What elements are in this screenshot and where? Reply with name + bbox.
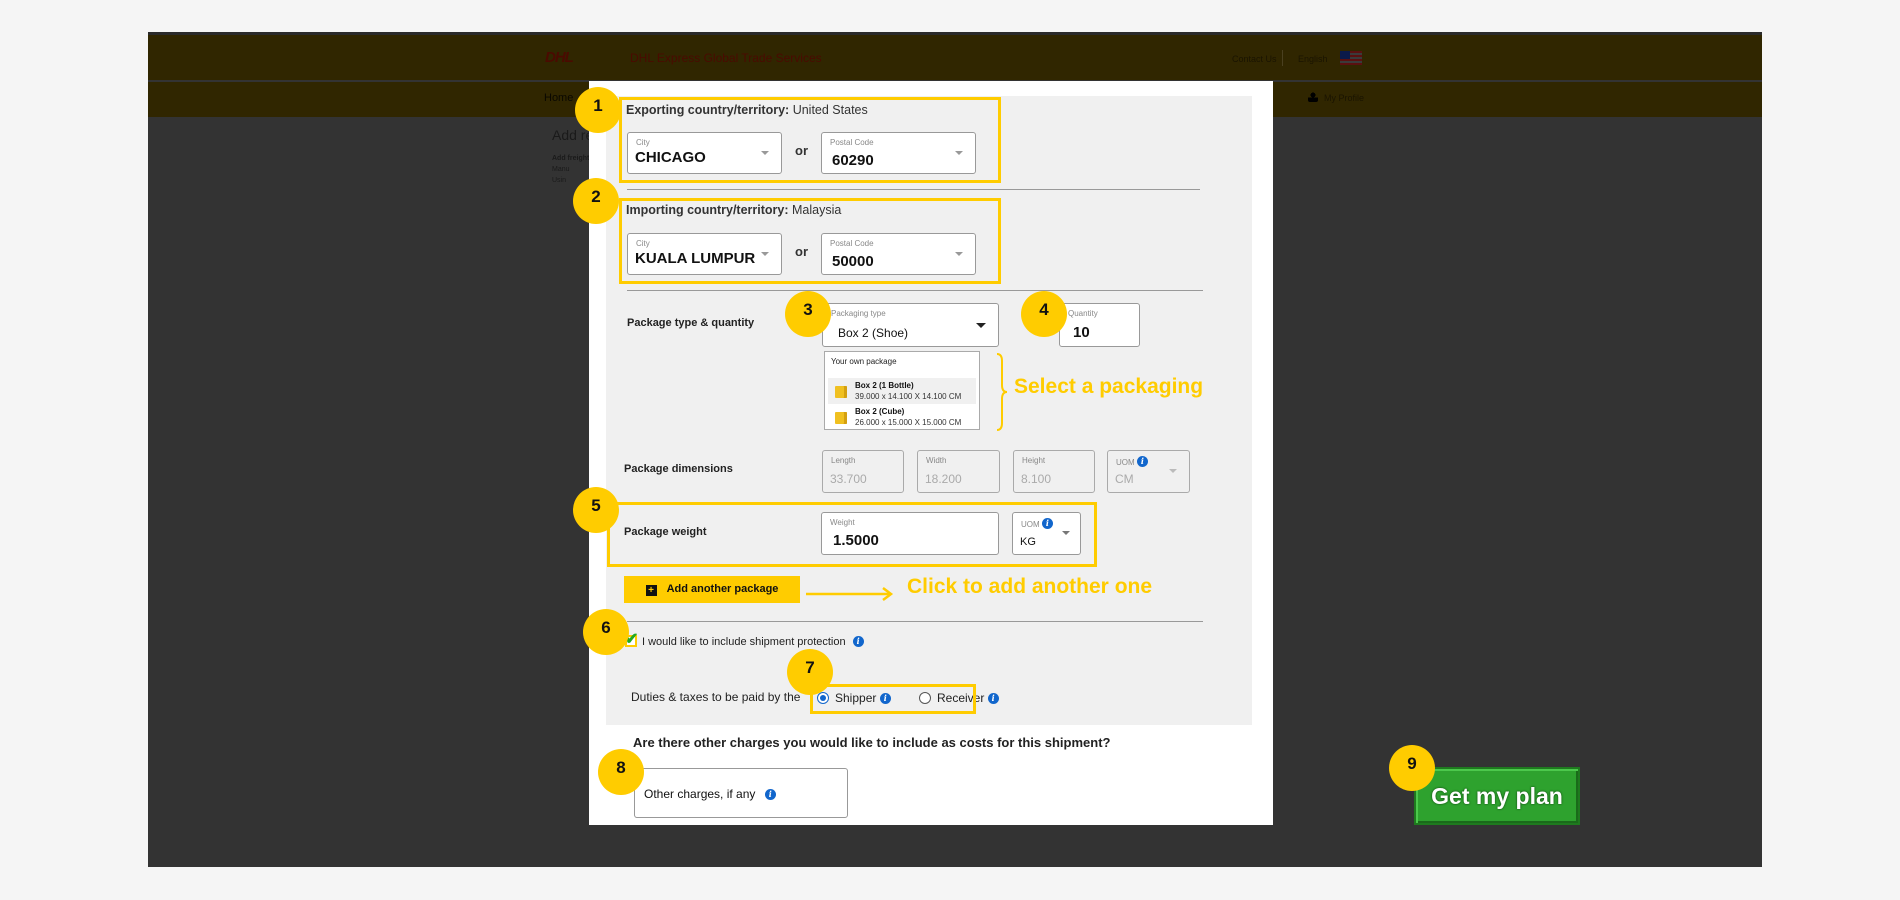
step-badge-2: 2 xyxy=(573,178,619,224)
packaging-dropdown-list: Your own package Box 2 (1 Bottle) 39.000… xyxy=(824,351,980,430)
add-another-annotation: Click to add another one xyxy=(907,575,1153,598)
quantity-input[interactable]: Quantity 10 xyxy=(1059,303,1140,347)
protection-text: I would like to include shipment protect… xyxy=(642,636,846,648)
field-label: UOM i xyxy=(1116,456,1148,467)
button-label: Add another package xyxy=(666,583,779,595)
info-icon[interactable]: i xyxy=(764,789,776,800)
option-name: Box 2 (1 Bottle) xyxy=(855,381,914,390)
chevron-down-icon xyxy=(1169,469,1177,473)
field-text: Other charges, if any xyxy=(644,787,756,801)
step-badge-9: 9 xyxy=(1389,745,1435,791)
select-packaging-annotation: Select a packaging xyxy=(1014,375,1204,398)
field-label: Width xyxy=(926,456,947,465)
duties-label: Duties & taxes to be paid by the xyxy=(631,690,801,704)
option-dimensions: 39.000 x 14.100 X 14.100 CM xyxy=(855,392,962,401)
divider xyxy=(627,290,1203,291)
info-icon[interactable]: i xyxy=(987,693,999,704)
dimension-uom-select[interactable]: UOM i CM xyxy=(1107,450,1190,493)
divider xyxy=(627,621,1203,622)
chevron-down-icon xyxy=(976,323,986,328)
field-label: Packaging type xyxy=(831,309,886,318)
dropdown-option[interactable]: Your own package xyxy=(831,357,897,366)
package-type-quantity-label: Package type & quantity xyxy=(627,317,755,329)
package-dimensions-label: Package dimensions xyxy=(624,463,733,475)
add-another-package-button[interactable]: + Add another package xyxy=(624,576,800,603)
field-value: 33.700 xyxy=(830,472,867,486)
divider xyxy=(627,189,1200,190)
malaysia-flag-icon[interactable] xyxy=(1340,51,1362,65)
get-my-plan-button[interactable]: Get my plan xyxy=(1414,767,1580,825)
info-icon[interactable]: i xyxy=(1136,456,1148,467)
field-value: 8.100 xyxy=(1021,472,1052,486)
background-option: Manu xyxy=(552,166,570,173)
field-label: Height xyxy=(1022,456,1046,465)
length-input[interactable]: Length 33.700 xyxy=(822,450,904,493)
field-value: CM xyxy=(1115,472,1134,486)
language-selector[interactable]: English xyxy=(1298,54,1328,64)
other-charges-question: Are there other charges you would like t… xyxy=(633,735,1111,750)
my-profile-label: My Profile xyxy=(1324,93,1365,103)
packaging-type-select[interactable]: Packaging type Box 2 (Shoe) xyxy=(822,303,999,347)
box-icon xyxy=(835,386,847,398)
field-label: Length xyxy=(831,456,856,465)
shipment-form-modal: Exporting country/territory: United Stat… xyxy=(573,81,1273,825)
info-icon[interactable]: i xyxy=(852,636,864,647)
height-input[interactable]: Height 8.100 xyxy=(1013,450,1095,493)
option-dimensions: 26.000 x 15.000 X 15.000 CM xyxy=(855,418,962,427)
step-badge-4: 4 xyxy=(1021,291,1067,337)
other-charges-input[interactable]: Other charges, if any i xyxy=(634,768,848,818)
brace-annotation xyxy=(996,353,1008,431)
highlight-box-2 xyxy=(619,198,1001,284)
field-value: 18.200 xyxy=(925,472,962,486)
step-badge-5: 5 xyxy=(573,487,619,533)
dropdown-option[interactable]: Box 2 (Cube) 26.000 x 15.000 X 15.000 CM xyxy=(828,404,976,430)
highlight-box-7 xyxy=(810,684,976,714)
option-name: Box 2 (Cube) xyxy=(855,407,905,416)
step-badge-1: 1 xyxy=(575,87,621,133)
plus-icon: + xyxy=(645,585,657,596)
contact-us-link[interactable]: Contact Us xyxy=(1232,54,1277,64)
width-input[interactable]: Width 18.200 xyxy=(917,450,1000,493)
brand-title: DHL Express Global Trade Services xyxy=(630,51,822,65)
step-badge-3: 3 xyxy=(785,291,831,337)
dropdown-option[interactable]: Box 2 (1 Bottle) 39.000 x 14.100 X 14.10… xyxy=(828,378,976,404)
uom-label: UOM xyxy=(1116,458,1135,467)
dhl-logo: DHL xyxy=(545,49,574,66)
arrow-annotation xyxy=(806,587,894,601)
other-charges-label: Other charges, if any i xyxy=(644,787,776,801)
highlight-box-1 xyxy=(619,97,1001,183)
nav-home[interactable]: Home xyxy=(544,92,573,104)
field-value: 10 xyxy=(1073,324,1090,341)
shipment-protection-label: I would like to include shipment protect… xyxy=(642,636,864,648)
top-header: DHL DHL Express Global Trade Services Co… xyxy=(148,32,1762,80)
user-icon xyxy=(1308,92,1318,102)
background-subtitle: Add freight xyxy=(552,155,590,162)
field-value: Box 2 (Shoe) xyxy=(838,326,909,340)
my-profile-link[interactable]: My Profile xyxy=(1308,92,1364,103)
step-badge-7: 7 xyxy=(787,649,833,695)
background-page-content: Add re Add freight Manu Usin xyxy=(552,127,593,184)
step-badge-6: 6 xyxy=(583,609,629,655)
step-badge-8: 8 xyxy=(598,749,644,795)
field-label: Quantity xyxy=(1068,309,1098,318)
highlight-box-5 xyxy=(607,502,1097,567)
header-divider xyxy=(1282,50,1283,66)
box-icon xyxy=(835,412,847,424)
